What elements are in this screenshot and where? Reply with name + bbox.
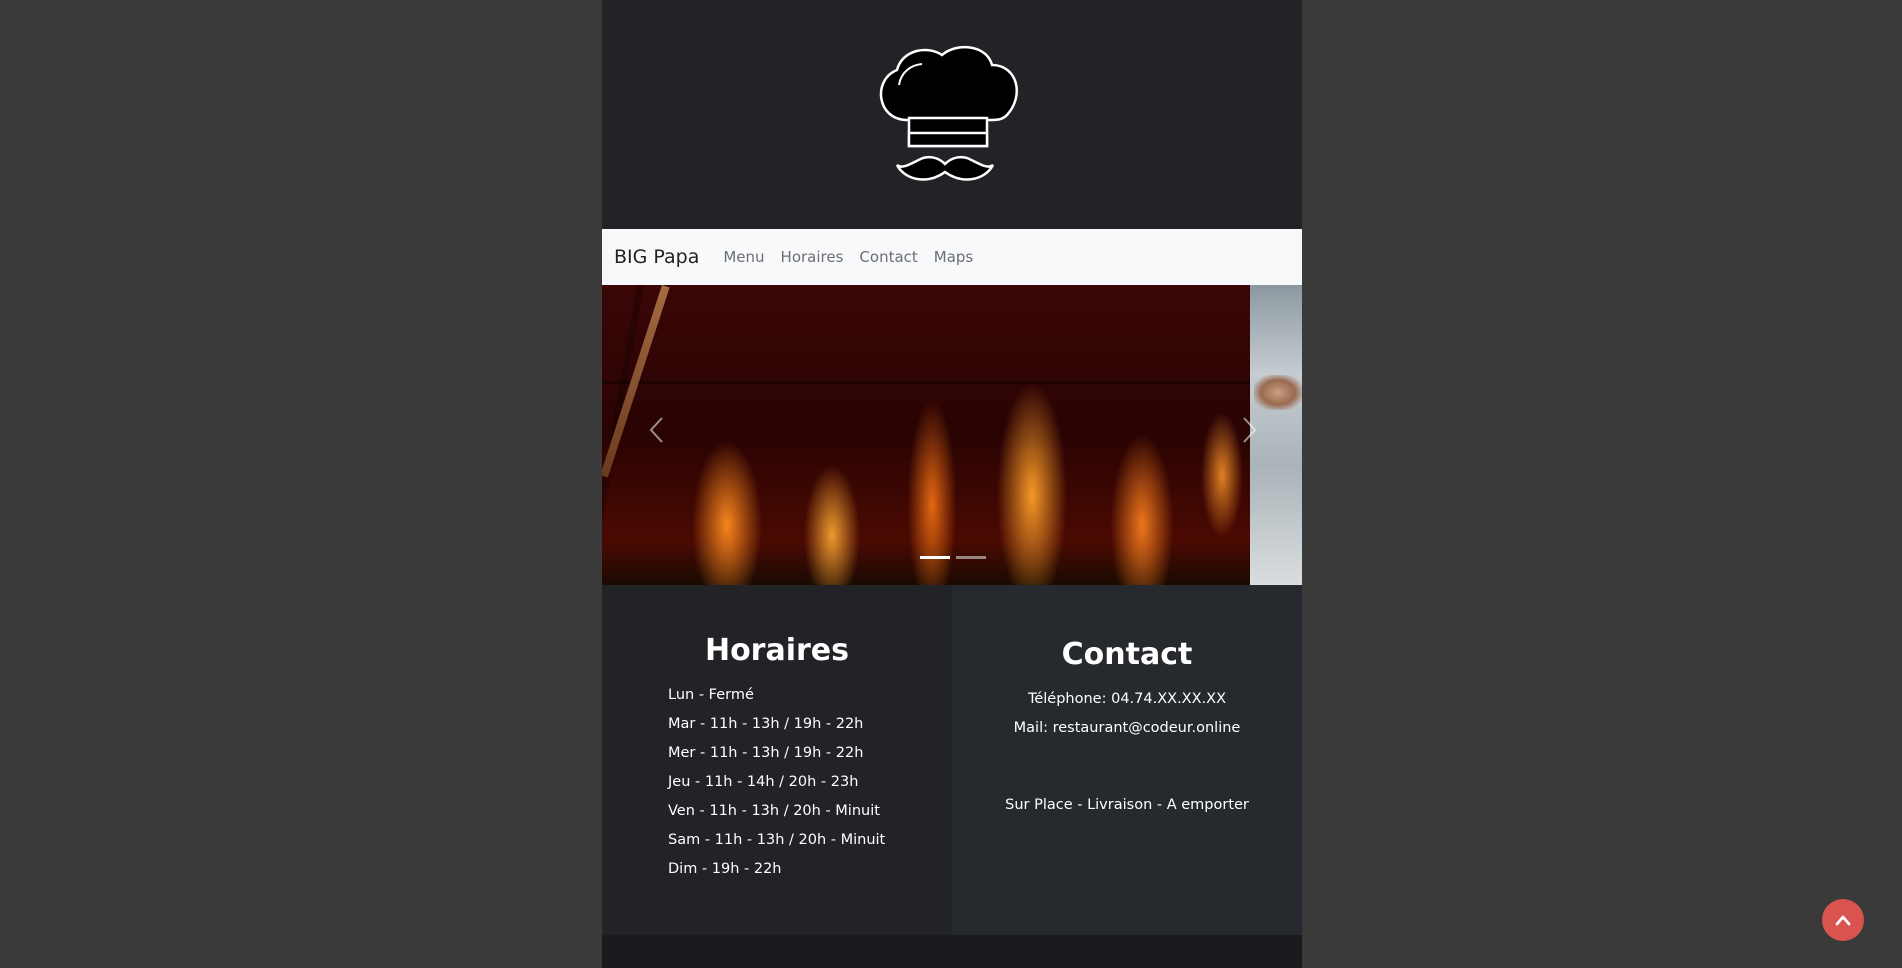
hours-item: Ven - 11h - 13h / 20h - Minuit (668, 803, 880, 819)
navbar-brand[interactable]: BIG Papa (614, 246, 699, 268)
info-section: Horaires Lun - Fermé Mar - 11h - 13h / 1… (602, 585, 1302, 935)
carousel-next-button[interactable] (1238, 415, 1262, 455)
hours-item: Dim - 19h - 22h (668, 861, 782, 877)
chevron-up-icon (1835, 915, 1851, 926)
logo-area (602, 0, 1302, 229)
contact-details: Téléphone: 04.74.XX.XX.XX Mail: restaura… (952, 685, 1302, 743)
hours-title: Horaires (704, 633, 850, 668)
nav-link-maps[interactable]: Maps (934, 248, 973, 266)
chevron-left-icon (649, 417, 663, 443)
hours-section: Horaires Lun - Fermé Mar - 11h - 13h / 1… (602, 585, 952, 935)
chef-hat-mustache-logo (879, 45, 1018, 181)
navbar: BIG Papa Menu Horaires Contact Maps (602, 229, 1302, 285)
hours-item: Lun - Fermé (668, 687, 754, 703)
hours-item: Jeu - 11h - 14h / 20h - 23h (668, 774, 859, 790)
carousel-indicators (920, 556, 992, 559)
nav-link-contact[interactable]: Contact (859, 248, 917, 266)
nav-link-horaires[interactable]: Horaires (781, 248, 844, 266)
page-container: BIG Papa Menu Horaires Contact Maps Hora… (602, 0, 1302, 968)
nav-link-menu[interactable]: Menu (723, 248, 764, 266)
carousel-slide-fire (602, 285, 1250, 585)
carousel-indicator-2[interactable] (956, 556, 986, 559)
hours-item: Sam - 11h - 13h / 20h - Minuit (668, 832, 886, 848)
service-options: Sur Place - Livraison - A emporter (1005, 797, 1249, 813)
hours-item: Mar - 11h - 13h / 19h - 22h (668, 716, 864, 732)
chevron-right-icon (1243, 417, 1257, 443)
image-carousel (602, 285, 1302, 585)
contact-phone: Téléphone: 04.74.XX.XX.XX (1027, 691, 1227, 707)
footer-strip (602, 935, 1302, 968)
hours-item: Mer - 11h - 13h / 19h - 22h (668, 745, 864, 761)
contact-section: Contact Téléphone: 04.74.XX.XX.XX Mail: … (952, 585, 1302, 935)
carousel-prev-button[interactable] (644, 415, 668, 455)
contact-mail: Mail: restaurant@codeur.online (1013, 720, 1241, 736)
hours-list: Lun - Fermé Mar - 11h - 13h / 19h - 22h … (668, 681, 952, 884)
contact-title: Contact (1061, 637, 1193, 672)
back-to-top-button[interactable] (1822, 899, 1864, 941)
carousel-indicator-1[interactable] (920, 556, 950, 559)
